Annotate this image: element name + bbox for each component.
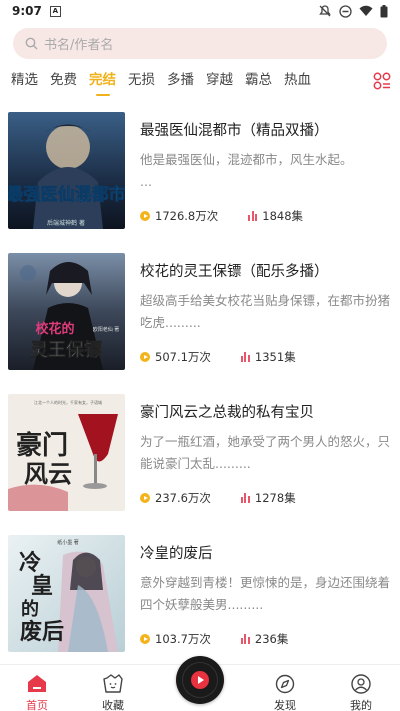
- svg-text:灵王保镖: 灵王保镖: [30, 339, 102, 361]
- episode-count-wrap: 1848集: [248, 208, 303, 224]
- play-count-icon: [140, 211, 150, 221]
- episode-count: 1278集: [254, 491, 296, 505]
- nav-home[interactable]: 首页: [12, 673, 62, 711]
- play-count: 507.1万次: [155, 350, 211, 364]
- nav-profile[interactable]: 我的: [336, 673, 386, 711]
- book-cover[interactable]: 豪门 风云 江北一个人的时光，千家有女，子语城: [8, 394, 125, 511]
- book-item[interactable]: 冷 皇 的 废后 纸小墨 著 冷皇的废后 意外穿越到青楼！更惊悚的是，身边还围绕…: [0, 535, 400, 675]
- tab-chuanyue[interactable]: 穿越: [206, 64, 233, 100]
- book-item[interactable]: 最强医仙混都市 后端城神鹤 著 最强医仙混都市（精品双播） 他是最强医仙，混迹都…: [0, 112, 400, 252]
- play-count-icon: [140, 493, 150, 503]
- book-desc: 他是最强医仙，混迹都市，风生水起。 ...: [140, 149, 390, 193]
- tab-wanjie[interactable]: 完结: [89, 64, 116, 100]
- tab-wusun[interactable]: 无损: [128, 64, 155, 100]
- cover-author-text: 后端城神鹤 著: [47, 219, 85, 227]
- book-desc-ellipsis: ...: [140, 174, 152, 189]
- book-item[interactable]: 校花的 灵王保镖 欧阳老仙 著 校花的灵王保镖（配乐多播） 超级高手给美女校花当…: [0, 253, 400, 393]
- play-count: 237.6万次: [155, 491, 211, 505]
- episodes-icon: [248, 211, 258, 221]
- search-icon: [25, 37, 38, 50]
- wifi-icon: [359, 5, 373, 16]
- book-title[interactable]: 冷皇的废后: [140, 542, 213, 563]
- book-desc: 意外穿越到青楼！更惊悚的是，身边还围绕着四个妖孽般美男.........: [140, 575, 391, 612]
- episode-count: 1351集: [254, 350, 296, 364]
- svg-text:校花的: 校花的: [35, 321, 74, 337]
- category-tabs: 精选 免费 完结 无损 多播 穿越 霸总 热血: [0, 64, 400, 100]
- nav-favorites-label: 收藏: [102, 699, 124, 711]
- book-title[interactable]: 最强医仙混都市（精品双播）: [140, 119, 329, 140]
- tab-duobo[interactable]: 多播: [167, 64, 194, 100]
- tab-rexue[interactable]: 热血: [284, 64, 311, 100]
- tab-mianfei[interactable]: 免费: [50, 64, 77, 100]
- status-bar: 9:07 A: [0, 0, 400, 22]
- status-time: 9:07: [12, 4, 42, 18]
- episodes-icon: [240, 352, 250, 362]
- book-cover[interactable]: 冷 皇 的 废后 纸小墨 著: [8, 535, 125, 652]
- search-input[interactable]: 书名/作者名: [44, 34, 113, 53]
- book-meta: 237.6万次 1278集: [140, 490, 296, 506]
- notification-badge: A: [49, 5, 61, 17]
- tab-jingxuan[interactable]: 精选: [11, 64, 38, 100]
- episode-count-wrap: 1278集: [240, 490, 296, 506]
- book-item[interactable]: 豪门 风云 江北一个人的时光，千家有女，子语城 豪门风云之总裁的私有宝贝 为了一…: [0, 394, 400, 534]
- cover-title-text: 豪门: [16, 430, 68, 461]
- book-title[interactable]: 豪门风云之总裁的私有宝贝: [140, 401, 314, 422]
- nav-discover-label: 发现: [274, 699, 296, 711]
- search-bar[interactable]: 书名/作者名: [13, 28, 387, 59]
- book-desc-line: 他是最强医仙，混迹都市，风生水起。: [140, 152, 353, 167]
- svg-text:风云: 风云: [24, 459, 72, 488]
- cover-author-text: 欧阳老仙 著: [93, 326, 120, 333]
- nav-discover[interactable]: 发现: [260, 673, 310, 711]
- mute-icon: [319, 5, 331, 17]
- play-count: 103.7万次: [155, 632, 211, 646]
- category-grid-icon[interactable]: [373, 72, 391, 90]
- play-count-icon: [140, 352, 150, 362]
- cover-author-text: 纸小墨 著: [57, 539, 79, 546]
- svg-text:皇: 皇: [31, 573, 53, 599]
- battery-icon: [380, 4, 388, 17]
- book-desc: 为了一瓶红酒，她承受了两个男人的怒火，只能说豪门太乱.........: [140, 434, 391, 471]
- book-desc: 超级高手给美女校花当贴身保镖，在都市扮猪吃虎.........: [140, 293, 391, 330]
- cover-title-text: 最强医仙混都市: [8, 184, 125, 205]
- home-icon: [28, 675, 46, 692]
- player-disc-icon[interactable]: [176, 656, 224, 704]
- episode-count-wrap: 236集: [240, 631, 289, 647]
- episodes-icon: [240, 493, 250, 503]
- episodes-icon: [240, 634, 250, 644]
- tab-bazong[interactable]: 霸总: [245, 64, 272, 100]
- profile-icon: [351, 674, 371, 694]
- play-count-icon: [140, 634, 150, 644]
- book-meta: 1726.8万次 1848集: [140, 208, 303, 224]
- cover-author-text: 江北一个人的时光，千家有女，子语城: [34, 399, 102, 405]
- book-cover[interactable]: 校花的 灵王保镖 欧阳老仙 著: [8, 253, 125, 370]
- book-meta: 103.7万次 236集: [140, 631, 288, 647]
- episode-count: 236集: [254, 632, 289, 646]
- episode-count-wrap: 1351集: [240, 349, 296, 365]
- episode-count: 1848集: [262, 209, 304, 223]
- book-title[interactable]: 校花的灵王保镖（配乐多播）: [140, 260, 329, 281]
- dnd-icon: [339, 4, 352, 18]
- play-count: 1726.8万次: [155, 209, 219, 223]
- book-meta: 507.1万次 1351集: [140, 349, 296, 365]
- svg-text:废后: 废后: [20, 619, 64, 645]
- nav-favorites[interactable]: 收藏: [88, 673, 138, 711]
- svg-text:的: 的: [21, 598, 39, 620]
- book-cover[interactable]: 最强医仙混都市 后端城神鹤 著: [8, 112, 125, 229]
- favorites-icon: [103, 674, 123, 693]
- discover-icon: [275, 674, 295, 694]
- disc-play-icon: [191, 671, 209, 689]
- nav-profile-label: 我的: [350, 699, 372, 711]
- nav-home-label: 首页: [26, 699, 48, 711]
